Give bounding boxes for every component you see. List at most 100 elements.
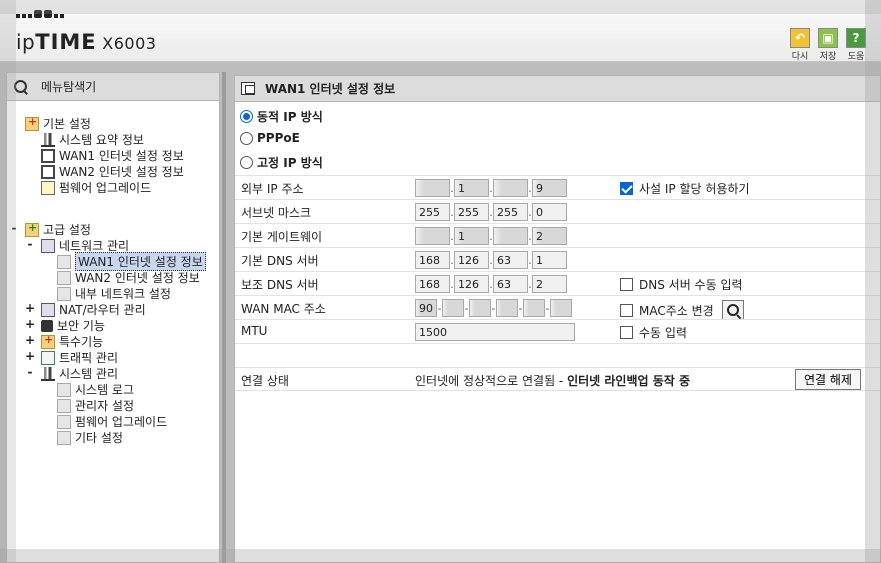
mac-octet-field[interactable]: 90 (415, 299, 437, 317)
expand-toggle[interactable]: + (25, 317, 35, 331)
ip-octet-field[interactable] (493, 179, 528, 197)
gateway-octet-field[interactable] (493, 227, 528, 245)
radio-pppoe-circle[interactable] (240, 131, 253, 145)
mtu-manual-checkbox-row[interactable]: 수동 입력 (620, 324, 687, 341)
help-icon: ? (846, 28, 866, 48)
mac-octet-field[interactable] (550, 299, 572, 317)
tree-security[interactable]: 보안 기능 (41, 318, 105, 333)
expand-toggle[interactable]: + (25, 349, 35, 363)
tree-item-admin-settings[interactable]: 관리자 설정 (57, 398, 134, 413)
radio-pppoe[interactable]: PPPoE (240, 131, 300, 145)
mac-octet-field[interactable] (523, 299, 545, 317)
page-icon (57, 430, 71, 445)
tree-item-firmware-basic[interactable]: 펌웨어 업그레이드 (41, 180, 151, 195)
collapse-toggle[interactable]: - (25, 237, 35, 251)
mac-change-checkbox[interactable] (620, 303, 633, 317)
dns2-octet-field[interactable]: 126 (454, 275, 489, 293)
help-button[interactable]: ? 도움 (845, 28, 867, 62)
tree-network-management[interactable]: 네트워크 관리 (41, 238, 129, 253)
gateway-octet-field[interactable]: 2 (532, 227, 567, 245)
dns2-octet-field[interactable]: 168 (415, 275, 450, 293)
page-icon (57, 270, 71, 285)
tree-nat-router[interactable]: NAT/라우터 관리 (41, 302, 146, 317)
row-external-ip: 외부 IP 주소 . 1. . 9 사설 IP 할당 허용하기 (235, 175, 880, 199)
connection-status-text: 인터넷에 정상적으로 연결됨 - 인터넷 라인백업 동작 중 (415, 374, 691, 388)
dns-manual-checkbox[interactable] (620, 278, 633, 291)
dns1-octet-field[interactable]: 168 (415, 251, 450, 269)
overlay-edge (865, 0, 881, 563)
overlay-edge (0, 0, 881, 14)
monitor-icon (41, 148, 55, 163)
private-ip-checkbox[interactable] (620, 182, 633, 195)
tree-item-wan1-info-basic[interactable]: WAN1 인터넷 설정 정보 (41, 148, 184, 163)
undo-icon: ↶ (790, 28, 810, 48)
collapse-toggle[interactable]: - (25, 365, 35, 379)
tree-item-system-log[interactable]: 시스템 로그 (57, 382, 134, 397)
overlay-edge (0, 549, 881, 563)
tree-item-internal-network[interactable]: 내부 네트워크 설정 (57, 286, 171, 301)
radio-dynamic-ip[interactable]: 동적 IP 방식 (240, 108, 323, 125)
upgrade-icon (41, 180, 55, 195)
radio-static-ip[interactable]: 고정 IP 방식 (240, 154, 323, 171)
splitter-handle[interactable] (222, 72, 226, 563)
main-panel: WAN1 인터넷 설정 정보 동적 IP 방식 PPPoE 고정 IP 방식 외… (234, 75, 881, 563)
mac-octet-field[interactable] (469, 299, 491, 317)
subnet-octet-field[interactable]: 255 (415, 203, 450, 221)
dns1-octet-field[interactable]: 63 (493, 251, 528, 269)
mac-octet-field[interactable] (442, 299, 464, 317)
gateway-octet-field[interactable]: 1 (454, 227, 489, 245)
mac-octet-field[interactable] (496, 299, 518, 317)
main-panel-header: WAN1 인터넷 설정 정보 (235, 76, 880, 102)
ip-octet-field[interactable] (415, 179, 450, 197)
subnet-octet-field[interactable]: 255 (493, 203, 528, 221)
ip-octet-field[interactable]: 9 (532, 179, 567, 197)
external-ip-fields: . 1. . 9 (415, 179, 567, 197)
overlay-edge (0, 0, 16, 563)
tree-traffic[interactable]: 트래픽 관리 (41, 350, 118, 365)
menu-explorer-title: 메뉴탐색기 (41, 80, 97, 94)
folder-icon (25, 115, 39, 131)
mac-search-button[interactable] (721, 300, 744, 320)
tree-advanced-settings[interactable]: 고급 설정 (25, 221, 91, 237)
router-icon (41, 302, 55, 317)
tree-item-firmware[interactable]: 펌웨어 업그레이드 (57, 414, 167, 429)
dns2-octet-field[interactable]: 2 (532, 275, 567, 293)
subnet-octet-field[interactable]: 255 (454, 203, 489, 221)
row-gateway: 기본 게이트웨이 . 1. . 2 (235, 223, 880, 247)
private-ip-checkbox-row[interactable]: 사설 IP 할당 허용하기 (620, 180, 750, 197)
dns1-octet-field[interactable]: 126 (454, 251, 489, 269)
tree-special-functions[interactable]: 특수기능 (41, 333, 103, 349)
subnet-octet-field[interactable]: 0 (532, 203, 567, 221)
ip-octet-field[interactable]: 1 (454, 179, 489, 197)
page-title: WAN1 인터넷 설정 정보 (265, 82, 396, 96)
dns1-octet-field[interactable]: 1 (532, 251, 567, 269)
disconnect-button[interactable]: 연결 해제 (795, 369, 861, 390)
mac-change-checkbox-row[interactable]: MAC주소 변경 (620, 300, 744, 320)
dns2-octet-field[interactable]: 63 (493, 275, 528, 293)
tree-item-etc-settings[interactable]: 기타 설정 (57, 430, 123, 445)
row-secondary-dns: 보조 DNS 서버 168. 126. 63. 2 DNS 서버 수동 입력 (235, 271, 880, 295)
network-icon (41, 238, 55, 253)
tree-system-management[interactable]: 시스템 관리 (41, 366, 118, 381)
row-spacer (235, 343, 880, 367)
chart-icon (41, 366, 55, 381)
expand-toggle[interactable]: + (25, 301, 35, 315)
save-button[interactable]: ▣ 저장 (817, 28, 839, 62)
tree-item-wan1-info[interactable]: WAN1 인터넷 설정 정보 (57, 252, 206, 271)
page-icon (57, 398, 71, 413)
expand-toggle[interactable]: + (25, 333, 35, 347)
page-icon (57, 414, 71, 429)
window-icon (241, 82, 255, 95)
mtu-manual-checkbox[interactable] (620, 326, 633, 339)
tree-item-wan2-info[interactable]: WAN2 인터넷 설정 정보 (57, 270, 200, 285)
tree-basic-settings[interactable]: 기본 설정 (25, 115, 91, 131)
gateway-octet-field[interactable] (415, 227, 450, 245)
tree-item-wan2-info-basic[interactable]: WAN2 인터넷 설정 정보 (41, 164, 184, 179)
undo-button[interactable]: ↶ 다시 (789, 28, 811, 62)
mtu-field[interactable]: 1500 (415, 323, 575, 341)
radio-dynamic-ip-circle[interactable] (240, 110, 253, 123)
tree-item-system-summary[interactable]: 시스템 요약 정보 (41, 132, 144, 147)
dns-manual-checkbox-row[interactable]: DNS 서버 수동 입력 (620, 276, 743, 293)
menu-explorer-header: 메뉴탐색기 (7, 73, 219, 101)
radio-static-ip-circle[interactable] (240, 156, 253, 169)
